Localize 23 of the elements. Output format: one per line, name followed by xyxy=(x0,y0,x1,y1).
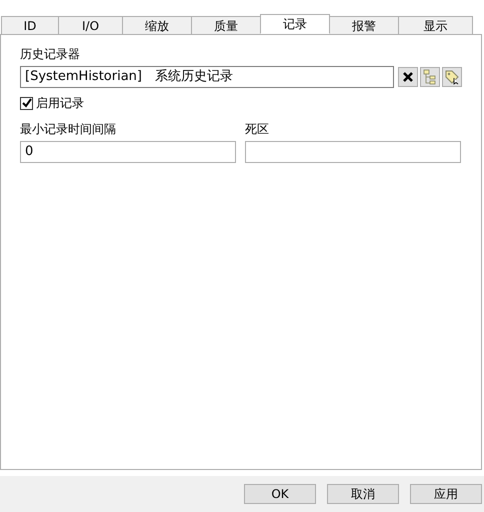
input-field[interactable] xyxy=(245,141,461,163)
tab[interactable]: 报警 xyxy=(329,16,399,34)
enable-logging-checkbox[interactable] xyxy=(20,96,33,110)
historian-label: 历史记录器 xyxy=(20,46,81,63)
clear-button[interactable] xyxy=(398,67,418,87)
dialog-button[interactable]: OK xyxy=(244,484,316,504)
tree-icon xyxy=(423,69,438,85)
input-field[interactable]: 0 xyxy=(20,141,236,163)
tag-button[interactable] xyxy=(442,67,462,87)
tag-icon xyxy=(444,69,460,85)
tab[interactable]: 质量 xyxy=(191,16,261,34)
tab[interactable]: 显示 xyxy=(398,16,473,34)
dialog-button[interactable]: 应用 xyxy=(410,484,482,504)
tab[interactable]: 缩放 xyxy=(122,16,192,34)
field-label: 最小记录时间间隔 xyxy=(20,121,117,138)
dialog-button[interactable]: 取消 xyxy=(327,484,399,504)
field-label: 死区 xyxy=(245,121,270,138)
historian-field[interactable]: [SystemHistorian] 系统历史记录 xyxy=(20,66,394,88)
close-icon xyxy=(403,72,414,82)
tab[interactable]: ID xyxy=(1,16,59,34)
enable-logging-label: 启用记录 xyxy=(36,95,84,112)
tab[interactable]: I/O xyxy=(58,16,123,34)
tab[interactable]: 记录 xyxy=(260,14,330,34)
